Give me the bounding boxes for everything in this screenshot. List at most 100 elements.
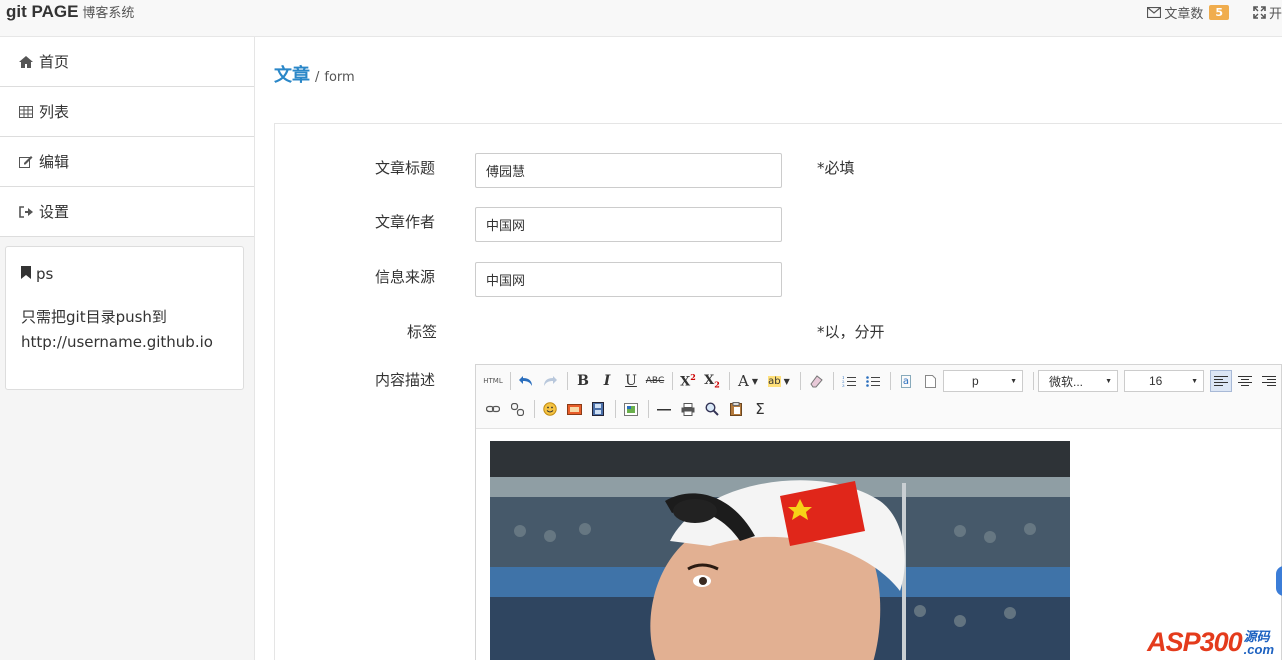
underline-button[interactable]: U	[620, 370, 642, 392]
italic-button[interactable]: I	[596, 370, 618, 392]
unlink-button[interactable]	[506, 398, 528, 420]
tags-hint: *以，分开	[817, 323, 885, 341]
panel-body: 只需把git目录push到 http://username.github.io	[21, 305, 228, 355]
toolbar-divider	[729, 372, 730, 390]
page-break-button[interactable]	[919, 370, 941, 392]
italic-icon: I	[603, 373, 611, 389]
sidebar-item-label: 编辑	[39, 153, 70, 171]
highlight-button[interactable]: ab ▼	[764, 370, 794, 392]
search-icon	[705, 402, 719, 416]
underline-icon: U	[625, 373, 637, 389]
articles-count-badge: 5	[1209, 5, 1229, 20]
tags-input[interactable]	[475, 316, 782, 346]
panel-title: ps	[21, 265, 228, 283]
align-right-button[interactable]	[1258, 370, 1280, 392]
source-label: 信息来源	[375, 268, 436, 286]
panel-title-text: ps	[36, 265, 54, 283]
subscript-icon: X2	[704, 372, 720, 390]
articles-count-link[interactable]: 文章数 5	[1147, 3, 1229, 22]
sidebar-item-edit[interactable]: 编辑	[0, 137, 254, 187]
sidebar-item-list[interactable]: 列表	[0, 87, 254, 137]
breadcrumb-leaf: form	[324, 70, 355, 85]
editor-content-area[interactable]	[476, 429, 1281, 660]
insert-image-button[interactable]	[620, 398, 642, 420]
sidebar-nav: 首页 列表 编辑 设置	[0, 37, 254, 237]
chevron-down-icon: ▼	[751, 376, 758, 386]
sidebar-item-label: 首页	[39, 53, 70, 71]
font-color-button[interactable]: A ▼	[734, 370, 762, 392]
chevron-down-icon: ▼	[1105, 377, 1112, 385]
eraser-icon	[810, 375, 823, 388]
home-icon	[18, 54, 34, 70]
ordered-list-button[interactable]: 123	[838, 370, 860, 392]
paste-button[interactable]	[725, 398, 747, 420]
ordered-list-icon: 123	[842, 375, 856, 387]
link-button[interactable]	[482, 398, 504, 420]
video-button[interactable]	[587, 398, 609, 420]
sidebar-item-settings[interactable]: 设置	[0, 187, 254, 237]
watermark-side-bottom: .com	[1243, 641, 1274, 657]
source-input[interactable]: 中国网	[475, 262, 782, 297]
html-source-button[interactable]: HTML	[482, 370, 504, 392]
toolbar-divider	[567, 372, 568, 390]
redo-button[interactable]	[539, 370, 561, 392]
panel-line-2: http://username.github.io	[21, 333, 213, 351]
toolbar-divider	[833, 372, 834, 390]
editor-toolbar: HTML B I U ABC X2 X2 A ▼ ab ▼ 123 a p ▼ …	[476, 365, 1281, 429]
swimmer-photo	[490, 441, 1070, 660]
sidebar-item-home[interactable]: 首页	[0, 37, 254, 87]
title-input[interactable]: 傅园慧	[475, 153, 782, 188]
align-left-button[interactable]	[1210, 370, 1232, 392]
font-size-select-value: 16	[1149, 374, 1163, 388]
fullscreen-label: 开	[1268, 7, 1282, 22]
html-icon: HTML	[483, 377, 503, 385]
search-replace-button[interactable]	[701, 398, 723, 420]
toolbar-divider	[800, 372, 801, 390]
undo-icon	[519, 376, 532, 386]
rich-text-editor: HTML B I U ABC X2 X2 A ▼ ab ▼ 123 a p ▼ …	[475, 364, 1282, 660]
bold-button[interactable]: B	[572, 370, 594, 392]
breadcrumb-active[interactable]: 文章	[274, 61, 310, 87]
eraser-button[interactable]	[805, 370, 827, 392]
strikethrough-button[interactable]: ABC	[644, 370, 666, 392]
title-label: 文章标题	[375, 159, 436, 177]
svg-text:3: 3	[842, 383, 845, 387]
horizontal-rule-button[interactable]	[653, 398, 675, 420]
paragraph-select[interactable]: p ▼	[943, 370, 1023, 392]
unordered-list-button[interactable]	[862, 370, 884, 392]
panel-line-1: 只需把git目录push到	[21, 308, 167, 326]
brand-subtitle: 博客系统	[82, 5, 135, 20]
brand[interactable]: git PAGE 博客系统	[6, 2, 134, 22]
sign-out-icon	[18, 204, 34, 220]
superscript-button[interactable]: X2	[677, 370, 699, 392]
floating-help-button[interactable]	[1276, 566, 1282, 596]
image-button[interactable]	[563, 398, 585, 420]
subscript-button[interactable]: X2	[701, 370, 723, 392]
page-icon	[924, 374, 936, 388]
font-family-select[interactable]: 微软... ▼	[1038, 370, 1118, 392]
emotion-button[interactable]	[539, 398, 561, 420]
unlink-icon	[510, 402, 524, 416]
chevron-down-icon: ▼	[783, 376, 790, 386]
watermark-side: 源码 .com	[1244, 630, 1274, 656]
sigma-icon: Σ	[755, 400, 765, 418]
print-button[interactable]	[677, 398, 699, 420]
align-center-button[interactable]	[1234, 370, 1256, 392]
author-input[interactable]: 中国网	[475, 207, 782, 242]
site-watermark: ASP300 源码 .com	[1147, 627, 1274, 658]
printer-icon	[681, 402, 695, 416]
picture-icon	[624, 402, 638, 416]
chevron-down-icon: ▼	[1010, 377, 1017, 385]
link-icon	[486, 405, 500, 413]
swimmer-photo-graphic	[490, 441, 1070, 660]
undo-button[interactable]	[515, 370, 537, 392]
smiley-icon	[543, 402, 557, 416]
font-size-select[interactable]: 16 ▼	[1124, 370, 1204, 392]
toolbar-divider	[672, 372, 673, 390]
superscript-icon: X2	[680, 372, 696, 390]
envelope-icon	[1147, 7, 1162, 18]
anchor-button[interactable]: a	[895, 370, 917, 392]
fullscreen-link[interactable]: 开	[1253, 3, 1282, 22]
formula-button[interactable]: Σ	[749, 398, 771, 420]
align-right-icon	[1262, 375, 1276, 386]
